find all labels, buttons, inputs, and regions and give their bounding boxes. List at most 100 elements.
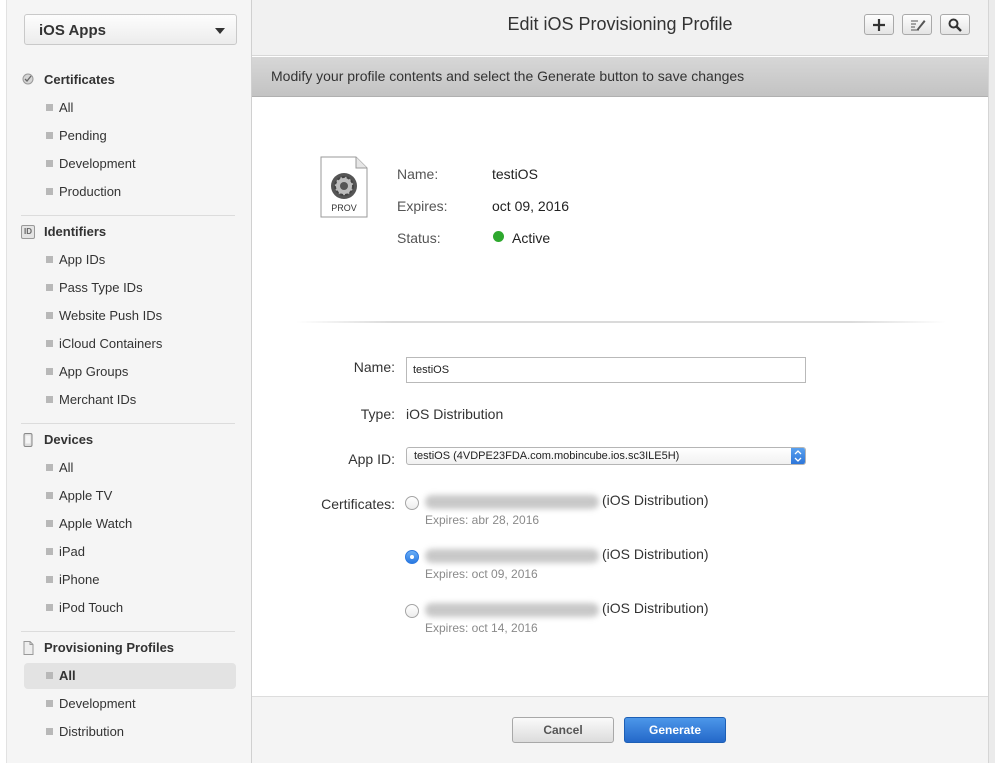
summary-name-value: testiOS [492,166,538,182]
redacted-certificate-name [425,495,599,509]
bullet-icon [46,604,53,611]
bullet-icon [46,548,53,555]
bullet-icon [46,396,53,403]
redacted-certificate-name [425,549,599,563]
status-indicator-icon [493,231,504,242]
search-button[interactable] [940,14,970,35]
bullet-icon [46,160,53,167]
document-icon [23,641,34,655]
summary-status-label: Status: [397,230,441,246]
generate-button[interactable]: Generate [624,717,726,743]
app-id-select[interactable]: testiOS (4VDPE23FDA.com.mobincube.ios.sc… [406,447,806,465]
certificate-option[interactable]: (iOS Distribution) Expires: oct 14, 2016 [405,600,765,646]
add-button[interactable] [864,14,894,35]
title-bar: Edit iOS Provisioning Profile [252,0,988,56]
bullet-icon [46,672,53,679]
sidebar-divider [21,423,235,424]
section-title-devices: Devices [44,432,94,447]
sidebar-item-ipad[interactable]: iPad [24,539,236,565]
platform-label: iOS Apps [39,22,106,39]
sidebar-item-certificates-production[interactable]: Production [24,179,236,205]
bullet-icon [46,188,53,195]
sidebar-item-certificates-pending[interactable]: Pending [24,123,236,149]
certificate-type: (iOS Distribution) [602,492,709,508]
edit-icon [911,20,926,31]
section-title-identifiers: Identifiers [44,224,107,239]
main-content: PROV Name: testiOS Expires: oct 09, 2016… [252,98,988,696]
sidebar-item-app-groups[interactable]: App Groups [24,359,236,385]
bullet-icon [46,728,53,735]
add-icon [873,19,885,31]
bullet-icon [46,492,53,499]
app-id-label: App ID: [348,451,395,467]
section-title-certificates: Certificates [44,72,115,87]
summary-expires-value: oct 09, 2016 [492,198,570,214]
bullet-icon [46,256,53,263]
sidebar-item-devices-all[interactable]: All [24,455,236,481]
select-arrows-icon [791,448,805,464]
summary-name-label: Name: [397,166,439,182]
sidebar-item-app-ids[interactable]: App IDs [24,247,236,273]
summary-status-value: Active [512,230,551,246]
type-value: iOS Distribution [406,406,504,422]
search-icon [948,18,962,32]
edit-button[interactable] [902,14,932,35]
sidebar-item-website-push-ids[interactable]: Website Push IDs [24,303,236,329]
profile-name-input[interactable] [406,357,806,383]
id-icon: ID [21,225,35,239]
type-label: Type: [360,406,395,422]
bullet-icon [46,312,53,319]
sidebar: iOS Apps Certificates All Pending Develo… [6,0,252,763]
bullet-icon [46,576,53,583]
banner-text: Modify your profile contents and select … [271,68,745,84]
sidebar-item-ipod-touch[interactable]: iPod Touch [24,595,236,621]
chevron-down-icon [215,28,225,34]
device-icon [23,433,33,447]
certificate-option[interactable]: (iOS Distribution) Expires: abr 28, 2016 [405,492,765,538]
certificate-icon [22,73,34,85]
window-edge [988,0,995,763]
bullet-icon [46,284,53,291]
instruction-banner: Modify your profile contents and select … [252,57,988,97]
bullet-icon [46,340,53,347]
redacted-certificate-name [425,603,599,617]
sidebar-item-apple-tv[interactable]: Apple TV [24,483,236,509]
sidebar-item-apple-watch[interactable]: Apple Watch [24,511,236,537]
sidebar-item-profiles-development[interactable]: Development [24,691,236,717]
certificate-radio[interactable] [405,604,419,618]
sidebar-item-iphone[interactable]: iPhone [24,567,236,593]
bullet-icon [46,368,53,375]
sidebar-item-certificates-development[interactable]: Development [24,151,236,177]
bullet-icon [46,104,53,111]
certificate-type: (iOS Distribution) [602,546,709,562]
sidebar-item-merchant-ids[interactable]: Merchant IDs [24,387,236,413]
bullet-icon [46,700,53,707]
sidebar-divider [21,631,235,632]
certificate-radio-selected[interactable] [405,550,419,564]
form-footer: Cancel Generate [252,696,988,763]
prov-icon-label: PROV [331,203,357,213]
bullet-icon [46,132,53,139]
certificate-expiry: Expires: abr 28, 2016 [425,513,540,527]
app-id-selected-value: testiOS (4VDPE23FDA.com.mobincube.ios.sc… [414,450,680,462]
certificate-type: (iOS Distribution) [602,600,709,616]
sidebar-item-profiles-distribution[interactable]: Distribution [24,719,236,745]
name-field-label: Name: [353,359,395,375]
cancel-button[interactable]: Cancel [512,717,614,743]
sidebar-item-profiles-all[interactable]: All [24,663,236,689]
certificate-expiry: Expires: oct 09, 2016 [425,567,538,581]
certificate-radio[interactable] [405,496,419,510]
sidebar-item-pass-type-ids[interactable]: Pass Type IDs [24,275,236,301]
certificate-expiry: Expires: oct 14, 2016 [425,621,538,635]
section-title-provisioning-profiles: Provisioning Profiles [44,640,175,655]
bullet-icon [46,464,53,471]
sidebar-item-certificates-all[interactable]: All [24,95,236,121]
platform-dropdown[interactable]: iOS Apps [24,14,237,45]
certificate-option[interactable]: (iOS Distribution) Expires: oct 09, 2016 [405,546,765,592]
certificates-label: Certificates: [321,496,395,512]
sidebar-divider [21,215,235,216]
sidebar-item-icloud-containers[interactable]: iCloud Containers [24,331,236,357]
provisioning-profile-icon: PROV [320,156,368,218]
bullet-icon [46,520,53,527]
summary-expires-label: Expires: [397,198,448,214]
